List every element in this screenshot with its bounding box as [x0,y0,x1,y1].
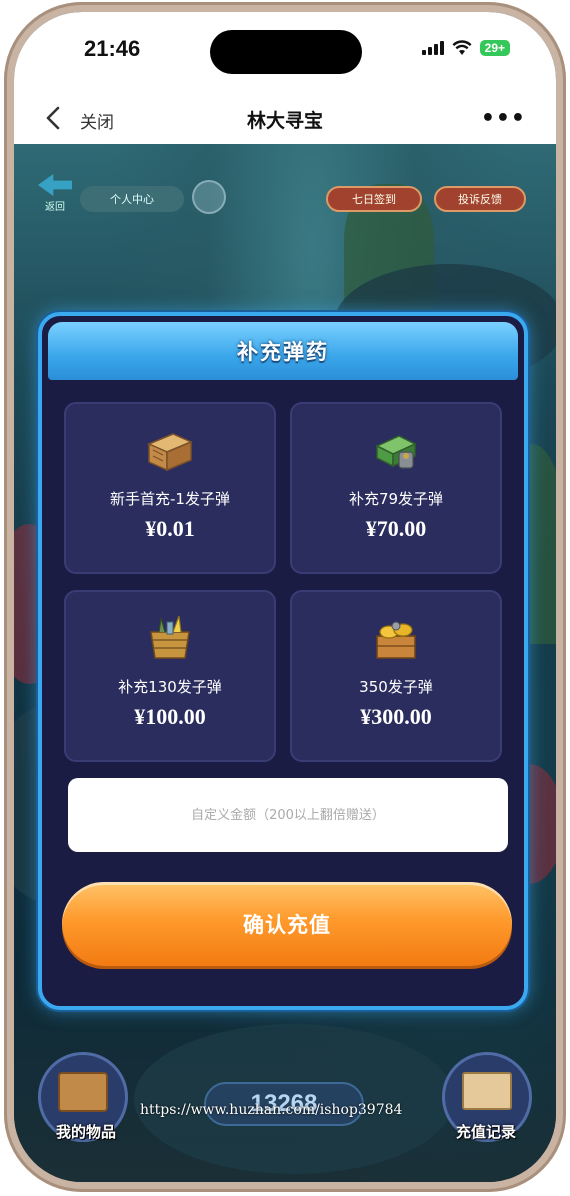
package-card[interactable]: 补充79发子弹 ¥70.00 [290,402,502,574]
package-name: 新手首充-1发子弹 [110,490,230,508]
status-icons: 29+ [421,40,510,56]
package-card[interactable]: 补充130发子弹 ¥100.00 [64,590,276,762]
package-name: 350发子弹 [359,678,433,696]
game-back-label: 返回 [45,202,65,213]
feedback-button[interactable]: 投诉反馈 [434,186,526,212]
envelope-icon [462,1072,512,1110]
confirm-recharge-button[interactable]: 确认充值 [62,882,512,966]
nav-bar: 关闭 林大寻宝 ••• [14,96,556,144]
recharge-modal: 补充弹药 新手首充-1发子弹 ¥0.01 补充79发子弹 ¥70.00 补充13… [38,312,528,1010]
status-bar: 21:46 29+ [14,12,556,96]
custom-amount-input[interactable] [68,778,508,852]
page-title: 林大寻宝 [246,110,323,132]
package-price: ¥300.00 [360,704,432,729]
package-card[interactable]: 新手首充-1发子弹 ¥0.01 [64,402,276,574]
package-price: ¥100.00 [134,704,206,729]
package-price: ¥0.01 [145,516,195,541]
checkin-button[interactable]: 七日签到 [326,186,422,212]
dynamic-island [210,30,362,74]
user-center-button[interactable]: 个人中心 [80,186,184,212]
modal-header: 补充弹药 [48,322,518,380]
crate-icon [58,1072,108,1112]
wifi-icon [452,40,472,55]
back-arrow-icon [38,174,72,196]
watermark-text: https://www.huzhan.com/ishop39784 [140,1102,403,1118]
package-name: 补充79发子弹 [348,490,444,508]
package-card[interactable]: 350发子弹 ¥300.00 [290,590,502,762]
package-name: 补充130发子弹 [118,678,222,696]
treasure-chest-icon [376,621,416,659]
status-time: 21:46 [84,36,141,61]
package-grid: 新手首充-1发子弹 ¥0.01 补充79发子弹 ¥70.00 补充130发子弹 … [64,402,502,762]
game-back-button[interactable]: 返回 [36,174,74,213]
phone-frame: 21:46 29+ 关闭 林大寻宝 ••• 返回 个人中心 七日签到 投诉反馈 … [4,2,566,1192]
basket-icon [150,615,190,659]
more-menu-button[interactable]: ••• [481,106,526,131]
crate-icon [147,433,193,472]
recharge-record-label: 充值记录 [455,1123,516,1141]
phone-screen: 21:46 29+ 关闭 林大寻宝 ••• 返回 个人中心 七日签到 投诉反馈 … [14,12,556,1182]
my-items-label: 我的物品 [55,1123,116,1141]
modal-title: 补充弹药 [237,340,329,364]
package-price: ¥70.00 [365,516,427,541]
cash-stack-icon [375,435,417,469]
bubble-icon [192,180,226,214]
battery-icon: 29+ [479,40,510,56]
cellular-signal-icon [421,41,444,55]
